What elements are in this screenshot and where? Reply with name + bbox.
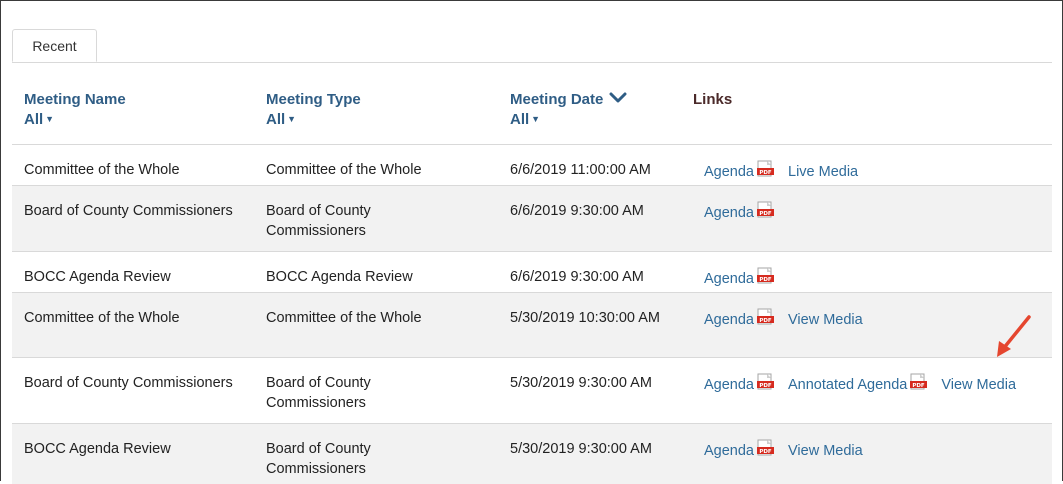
- meetings-panel: Recent Meeting Name All ▼ Meeting Type A…: [0, 0, 1063, 484]
- annotated-agenda-link[interactable]: Annotated Agenda: [788, 375, 907, 395]
- meeting-date-cell: 5/30/2019 9:30:00 AM: [510, 441, 652, 457]
- meeting-date-filter[interactable]: All ▼: [510, 110, 627, 128]
- column-header-meeting-type: Meeting Type All ▼: [266, 90, 361, 128]
- meeting-name-cell: Committee of the Whole: [24, 310, 180, 326]
- table-row: Board of County Commissioners Board of Co…: [12, 185, 1052, 252]
- agenda-link[interactable]: Agenda: [704, 269, 754, 289]
- column-header-meeting-date: Meeting Date All ▼: [510, 90, 627, 128]
- tab-recent[interactable]: Recent: [12, 29, 97, 62]
- column-title: Meeting Type: [266, 90, 361, 108]
- tab-bar: Recent: [12, 29, 1052, 63]
- agenda-link[interactable]: Agenda: [704, 162, 754, 182]
- pdf-icon[interactable]: PDF: [757, 160, 774, 183]
- links-cell: Agenda PDF View Media: [704, 308, 877, 331]
- pdf-icon[interactable]: PDF: [757, 308, 774, 331]
- meeting-type-cell: Board of County Commissioners: [266, 375, 371, 411]
- pdf-icon[interactable]: PDF: [757, 201, 774, 224]
- filter-label: All: [266, 110, 286, 128]
- links-cell: Agenda PDF: [704, 201, 788, 224]
- meeting-date-cell: 5/30/2019 10:30:00 AM: [510, 310, 660, 326]
- svg-text:PDF: PDF: [759, 211, 772, 217]
- table-row: Committee of the Whole Committee of the W…: [12, 144, 1052, 186]
- meeting-date-cell: 6/6/2019 11:00:00 AM: [510, 162, 651, 178]
- chevron-down-icon: [609, 91, 627, 108]
- svg-text:PDF: PDF: [759, 318, 772, 324]
- caret-down-icon: ▼: [287, 114, 297, 124]
- meeting-type-cell: Board of County Commissioners: [266, 441, 371, 477]
- filter-label: All: [510, 110, 530, 128]
- agenda-link[interactable]: Agenda: [704, 441, 754, 461]
- meeting-type-cell: Committee of the Whole: [266, 310, 422, 326]
- caret-down-icon: ▼: [531, 114, 541, 124]
- pdf-icon[interactable]: PDF: [757, 267, 774, 290]
- meeting-date-sort[interactable]: Meeting Date: [510, 90, 627, 108]
- pdf-icon[interactable]: PDF: [757, 439, 774, 462]
- svg-text:PDF: PDF: [759, 383, 772, 389]
- meeting-date-cell: 6/6/2019 9:30:00 AM: [510, 203, 644, 219]
- table-row: BOCC Agenda Review BOCC Agenda Review 6/6/…: [12, 251, 1052, 293]
- column-title: Meeting Name: [24, 90, 126, 108]
- table-row: BOCC Agenda Review Board of County Commis…: [12, 423, 1052, 484]
- meeting-date-cell: 5/30/2019 9:30:00 AM: [510, 375, 652, 391]
- view-media-link[interactable]: View Media: [788, 310, 863, 330]
- meeting-type-cell: BOCC Agenda Review: [266, 269, 413, 285]
- meeting-type-cell: Board of County Commissioners: [266, 203, 371, 239]
- caret-down-icon: ▼: [45, 114, 55, 124]
- red-arrow-icon: [997, 315, 1031, 357]
- pdf-icon[interactable]: PDF: [910, 373, 928, 396]
- svg-text:PDF: PDF: [759, 449, 772, 455]
- view-media-link[interactable]: View Media: [941, 375, 1016, 395]
- meeting-name-cell: BOCC Agenda Review: [24, 269, 171, 285]
- agenda-link[interactable]: Agenda: [704, 203, 754, 223]
- pdf-icon[interactable]: PDF: [757, 373, 774, 396]
- meeting-type-filter[interactable]: All ▼: [266, 110, 361, 128]
- agenda-link[interactable]: Agenda: [704, 375, 754, 395]
- meeting-name-cell: BOCC Agenda Review: [24, 441, 171, 457]
- meeting-date-cell: 6/6/2019 9:30:00 AM: [510, 269, 644, 285]
- column-header-links: Links: [693, 90, 732, 108]
- view-media-link[interactable]: View Media: [788, 441, 863, 461]
- links-cell: Agenda PDF View Media: [704, 439, 877, 462]
- agenda-link[interactable]: Agenda: [704, 310, 754, 330]
- links-cell: Agenda PDF Live Media: [704, 160, 872, 183]
- column-title: Meeting Date: [510, 90, 604, 108]
- svg-text:PDF: PDF: [913, 383, 926, 389]
- meeting-type-cell: Committee of the Whole: [266, 162, 422, 178]
- table-row: Committee of the Whole Committee of the W…: [12, 292, 1052, 358]
- svg-text:PDF: PDF: [759, 170, 772, 176]
- meeting-name-cell: Board of County Commissioners: [24, 375, 233, 391]
- svg-text:PDF: PDF: [759, 277, 772, 283]
- meeting-name-filter[interactable]: All ▼: [24, 110, 126, 128]
- column-header-meeting-name: Meeting Name All ▼: [24, 90, 126, 128]
- links-cell: Agenda PDF Annotated Agenda PDF View Media: [704, 373, 1030, 396]
- table-row: Board of County Commissioners Board of Co…: [12, 357, 1052, 424]
- meeting-name-cell: Board of County Commissioners: [24, 203, 233, 219]
- meeting-name-cell: Committee of the Whole: [24, 162, 180, 178]
- links-cell: Agenda PDF: [704, 267, 788, 290]
- filter-label: All: [24, 110, 44, 128]
- column-title: Links: [693, 90, 733, 108]
- live-media-link[interactable]: Live Media: [788, 162, 858, 182]
